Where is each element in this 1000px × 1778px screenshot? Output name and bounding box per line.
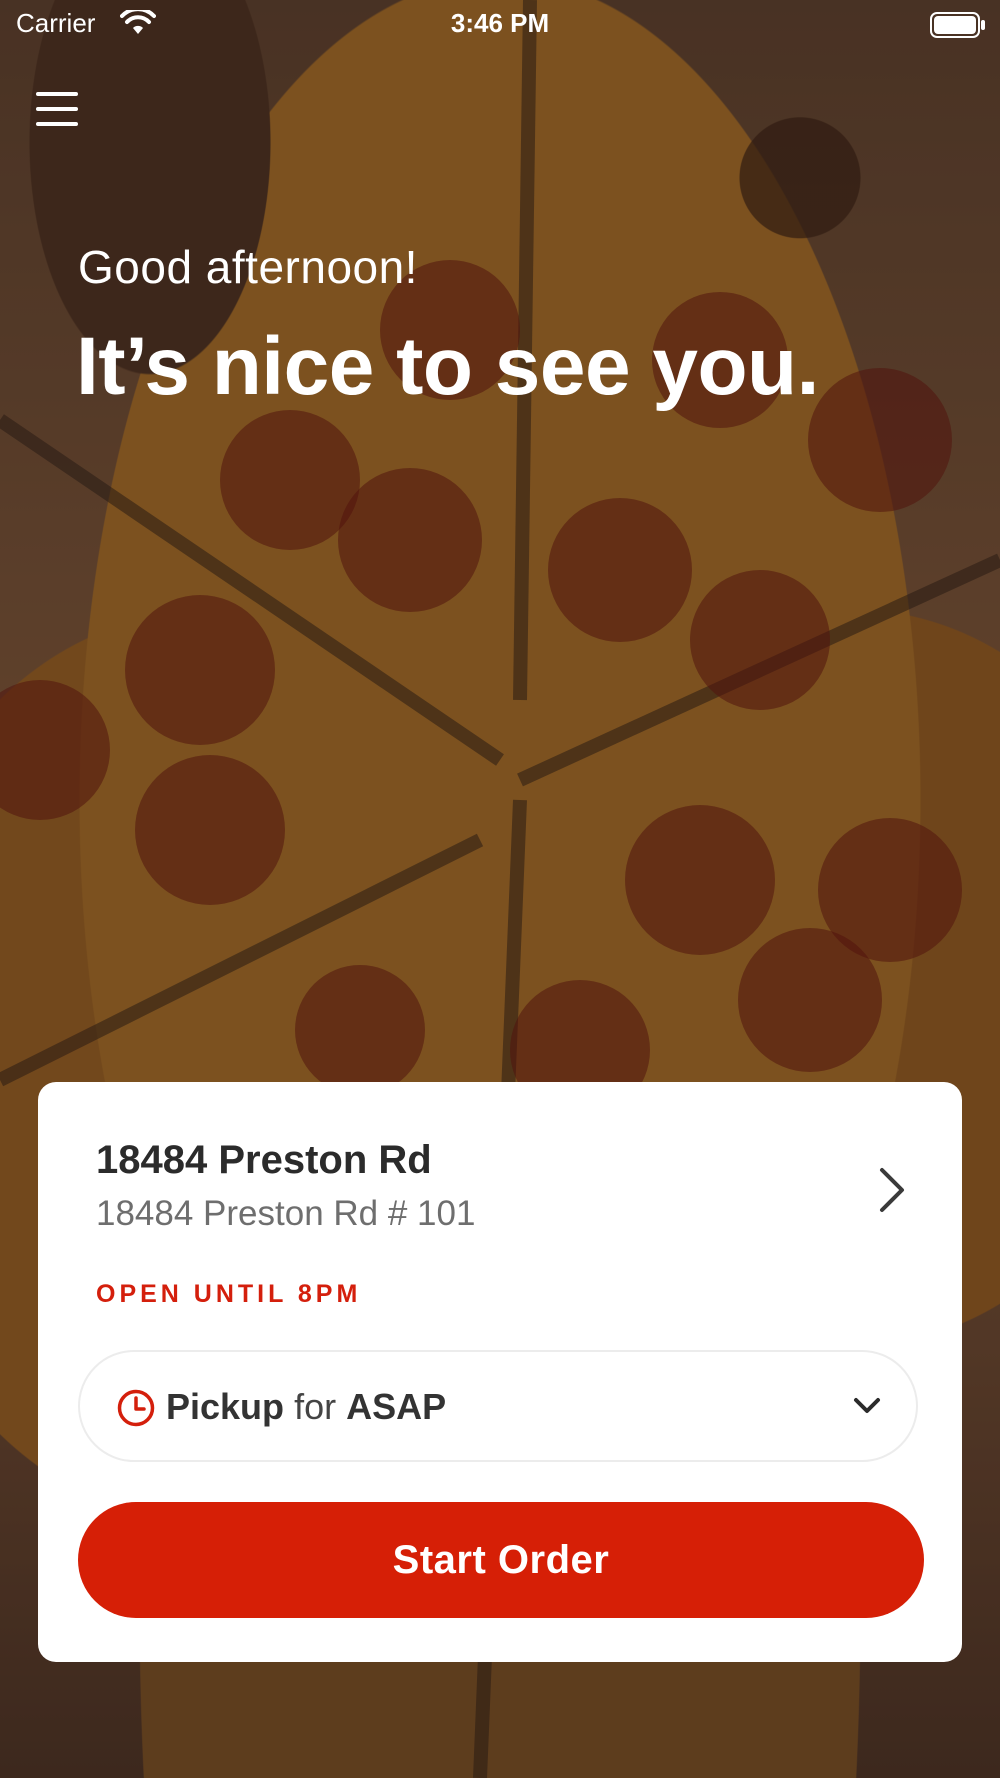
menu-bar-top (36, 92, 78, 96)
order-type-dropdown[interactable]: Pickup for ASAP (78, 1350, 918, 1462)
store-name[interactable]: 18484 Preston Rd (96, 1138, 432, 1183)
app-screen: Carrier 3:46 PM Good afternoon! It’s nic… (0, 0, 1000, 1778)
battery-icon (930, 12, 985, 38)
greeting-subtitle: Good afternoon! (78, 241, 418, 293)
order-mode: Pickup (166, 1386, 285, 1427)
menu-bar-middle (36, 107, 78, 111)
store-card: 18484 Preston Rd 18484 Preston Rd # 101 … (38, 1082, 962, 1662)
status-time: 3:46 PM (450, 8, 550, 38)
store-address[interactable]: 18484 Preston Rd # 101 (96, 1194, 475, 1234)
chevron-down-icon (854, 1398, 880, 1413)
clock-icon (117, 1389, 155, 1427)
greeting-title: It’s nice to see you. (76, 321, 819, 412)
menu-bar-bottom (36, 122, 78, 126)
order-connector: for (294, 1386, 337, 1427)
order-time: ASAP (346, 1386, 447, 1427)
status-bar: Carrier 3:46 PM (0, 0, 1000, 48)
menu-icon[interactable] (36, 92, 78, 132)
chevron-right-icon[interactable] (874, 1164, 910, 1216)
order-type-label: Pickup for ASAP (166, 1386, 446, 1428)
store-hours-status: OPEN UNTIL 8PM (96, 1280, 362, 1308)
start-order-button[interactable]: Start Order (78, 1502, 924, 1618)
